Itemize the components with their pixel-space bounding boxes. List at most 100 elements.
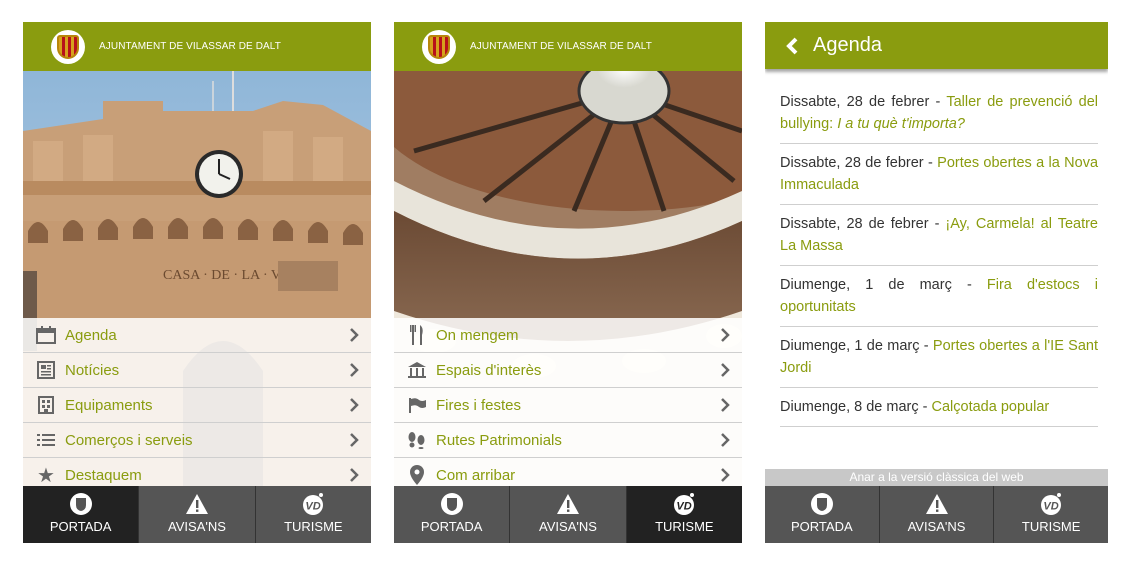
- tab-label: TURISME: [655, 519, 714, 534]
- back-chevron-icon[interactable]: [785, 37, 799, 55]
- footprints-icon: [407, 430, 427, 450]
- org-name: AJUNTAMENT DE VILASSAR DE DALT: [99, 41, 281, 52]
- agenda-date: Diumenge, 1 de març: [780, 277, 952, 293]
- agenda-separator: -: [923, 155, 938, 171]
- bottom-tab-bar: PORTADA AVISA'NS VD TURISME: [765, 486, 1108, 543]
- shield-icon: [440, 488, 464, 520]
- tab-label: AVISA'NS: [539, 519, 597, 534]
- agenda-separator: -: [928, 216, 946, 232]
- agenda-event-link[interactable]: Calçotada popular: [932, 399, 1050, 415]
- agenda-separator: -: [918, 399, 932, 415]
- tab-label: PORTADA: [420, 519, 483, 534]
- menu-item-rutes[interactable]: Rutes Patrimonials: [394, 423, 742, 458]
- classic-web-link[interactable]: Anar a la versió clàssica del web: [765, 469, 1108, 486]
- agenda-item[interactable]: Diumenge, 1 de març - Fira d'estocs i op…: [780, 272, 1098, 327]
- location-pin-icon: [407, 465, 427, 485]
- menu-label: Rutes Patrimonials: [436, 431, 562, 449]
- chevron-right-icon: [350, 433, 359, 447]
- bottom-tab-bar: PORTADA AVISA'NS VD TURISME: [394, 486, 742, 543]
- menu-item-fires[interactable]: Fires i festes: [394, 388, 742, 423]
- tab-label: PORTADA: [791, 519, 853, 534]
- list-icon: [36, 430, 56, 450]
- flag-icon: [407, 395, 427, 415]
- app-header: AJUNTAMENT DE VILASSAR DE DALT: [394, 22, 742, 71]
- chevron-right-icon: [350, 468, 359, 482]
- portada-screen: CASA · DE · LA · VILA AJUNTAMENT DE VILA…: [23, 22, 371, 543]
- menu-item-noticies[interactable]: Notícies: [23, 353, 371, 388]
- tab-label: AVISA'NS: [168, 519, 226, 534]
- tab-label: AVISA'NS: [907, 519, 966, 534]
- agenda-date: Dissabte, 28 de febrer: [780, 216, 929, 232]
- chevron-right-icon: [721, 363, 730, 377]
- tab-avisans[interactable]: AVISA'NS: [509, 486, 626, 543]
- agenda-item[interactable]: Dissabte, 28 de febrer - ¡Ay, Carmela! a…: [780, 211, 1098, 266]
- agenda-separator: -: [919, 338, 933, 354]
- town-shield-logo: [51, 29, 85, 64]
- town-shield-logo: [422, 29, 456, 64]
- menu-item-comercos[interactable]: Comerços i serveis: [23, 423, 371, 458]
- menu-item-espais[interactable]: Espais d'interès: [394, 353, 742, 388]
- menu-label: On mengem: [436, 326, 519, 344]
- agenda-separator: -: [929, 94, 947, 110]
- tourism-menu: On mengem Espais d'interès Fires i feste…: [394, 318, 742, 493]
- chevron-right-icon: [721, 433, 730, 447]
- menu-label: Agenda: [65, 326, 117, 344]
- star-icon: ★: [37, 464, 55, 487]
- tab-label: PORTADA: [49, 519, 112, 534]
- agenda-item[interactable]: Diumenge, 1 de març - Portes obertes a l…: [780, 333, 1098, 388]
- warning-icon: [925, 488, 949, 520]
- tab-turisme[interactable]: VD TURISME: [625, 486, 742, 543]
- landmark-icon: [407, 360, 427, 380]
- warning-icon: [556, 488, 580, 520]
- agenda-separator: -: [951, 277, 987, 293]
- menu-label: Espais d'interès: [436, 361, 542, 379]
- vd-logo-icon: VD: [1039, 488, 1063, 520]
- warning-icon: [185, 488, 209, 520]
- turisme-screen: AJUNTAMENT DE VILASSAR DE DALT On mengem…: [394, 22, 742, 543]
- tab-turisme[interactable]: VD TURISME: [254, 486, 371, 543]
- agenda-date: Diumenge, 1 de març: [780, 338, 920, 354]
- agenda-item[interactable]: Dissabte, 28 de febrer - Taller de preve…: [780, 89, 1098, 144]
- chevron-right-icon: [350, 328, 359, 342]
- vd-logo-icon: VD: [672, 488, 696, 520]
- chevron-right-icon: [721, 328, 730, 342]
- agenda-item[interactable]: Diumenge, 8 de març - Calçotada popular: [780, 394, 1098, 427]
- shield-icon: [69, 488, 93, 520]
- tab-portada[interactable]: PORTADA: [394, 486, 510, 543]
- calendar-icon: [36, 325, 56, 345]
- svg-text:VD: VD: [677, 501, 692, 513]
- chevron-right-icon: [721, 398, 730, 412]
- menu-label: Fires i festes: [436, 396, 522, 414]
- tab-label: TURISME: [284, 519, 343, 534]
- agenda-date: Dissabte, 28 de febrer: [780, 94, 930, 110]
- agenda-list: Dissabte, 28 de febrer - Taller de preve…: [780, 89, 1098, 433]
- svg-text:VD: VD: [306, 501, 321, 513]
- tab-portada[interactable]: PORTADA: [765, 486, 879, 543]
- building-icon: [36, 395, 56, 415]
- org-name: AJUNTAMENT DE VILASSAR DE DALT: [470, 41, 652, 52]
- agenda-screen: Agenda Dissabte, 28 de febrer - Taller d…: [765, 22, 1108, 543]
- menu-item-equipaments[interactable]: Equipaments: [23, 388, 371, 423]
- agenda-date: Diumenge, 8 de març: [780, 399, 919, 415]
- shield-icon: [810, 488, 834, 520]
- tab-avisans[interactable]: AVISA'NS: [878, 486, 994, 543]
- chevron-right-icon: [350, 398, 359, 412]
- svg-text:VD: VD: [1044, 501, 1059, 513]
- menu-item-on-mengem[interactable]: On mengem: [394, 318, 742, 353]
- agenda-date: Dissabte, 28 de febrer: [780, 155, 924, 171]
- home-menu: Agenda Notícies Equipaments Comerços i s…: [23, 318, 371, 493]
- tab-turisme[interactable]: VD TURISME: [993, 486, 1108, 543]
- page-title: Agenda: [813, 34, 882, 56]
- chevron-right-icon: [350, 363, 359, 377]
- tab-portada[interactable]: PORTADA: [23, 486, 139, 543]
- menu-item-agenda[interactable]: Agenda: [23, 318, 371, 353]
- vd-logo-icon: VD: [301, 488, 325, 520]
- menu-label: Comerços i serveis: [65, 431, 193, 449]
- agenda-event-subtitle: I a tu què t'importa?: [837, 116, 965, 132]
- tab-avisans[interactable]: AVISA'NS: [138, 486, 255, 543]
- menu-label: Notícies: [65, 361, 120, 379]
- app-header: AJUNTAMENT DE VILASSAR DE DALT: [23, 22, 371, 71]
- menu-label: Equipaments: [65, 396, 153, 414]
- agenda-item[interactable]: Dissabte, 28 de febrer - Portes obertes …: [780, 150, 1098, 205]
- newspaper-icon: [36, 360, 56, 380]
